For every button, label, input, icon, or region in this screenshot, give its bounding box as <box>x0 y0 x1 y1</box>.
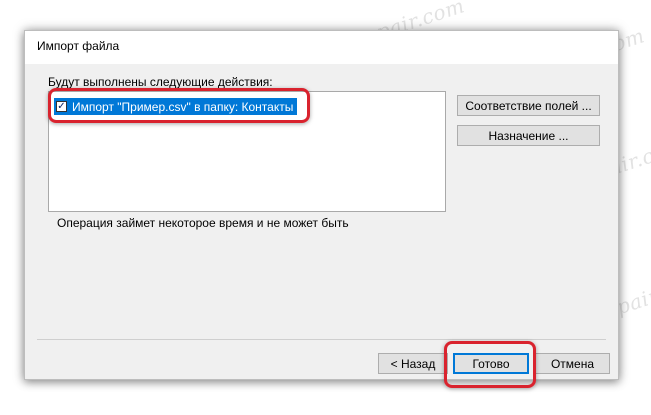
import-dialog: Импорт файла Будут выполнены следующие д… <box>24 30 619 380</box>
actions-list[interactable]: ✓ Импорт "Пример.csv" в папку: Контакты <box>48 91 446 212</box>
list-item-label: Импорт "Пример.csv" в папку: Контакты <box>72 99 294 114</box>
cancel-button[interactable]: Отмена <box>535 353 610 374</box>
back-button[interactable]: < Назад <box>378 353 448 374</box>
checkbox[interactable]: ✓ <box>56 101 67 112</box>
actions-label: Будут выполнены следующие действия: <box>48 75 273 89</box>
map-fields-button[interactable]: Соответствие полей ... <box>457 95 600 116</box>
note-text: Операция займет некоторое время и не мож… <box>57 216 349 230</box>
destination-button[interactable]: Назначение ... <box>457 125 600 146</box>
separator <box>37 339 606 340</box>
dialog-title: Импорт файла <box>37 39 120 53</box>
finish-button[interactable]: Готово <box>453 353 529 374</box>
check-icon: ✓ <box>57 100 66 112</box>
title-bar: Импорт файла <box>25 31 618 64</box>
list-item[interactable]: ✓ Импорт "Пример.csv" в папку: Контакты <box>54 98 298 115</box>
